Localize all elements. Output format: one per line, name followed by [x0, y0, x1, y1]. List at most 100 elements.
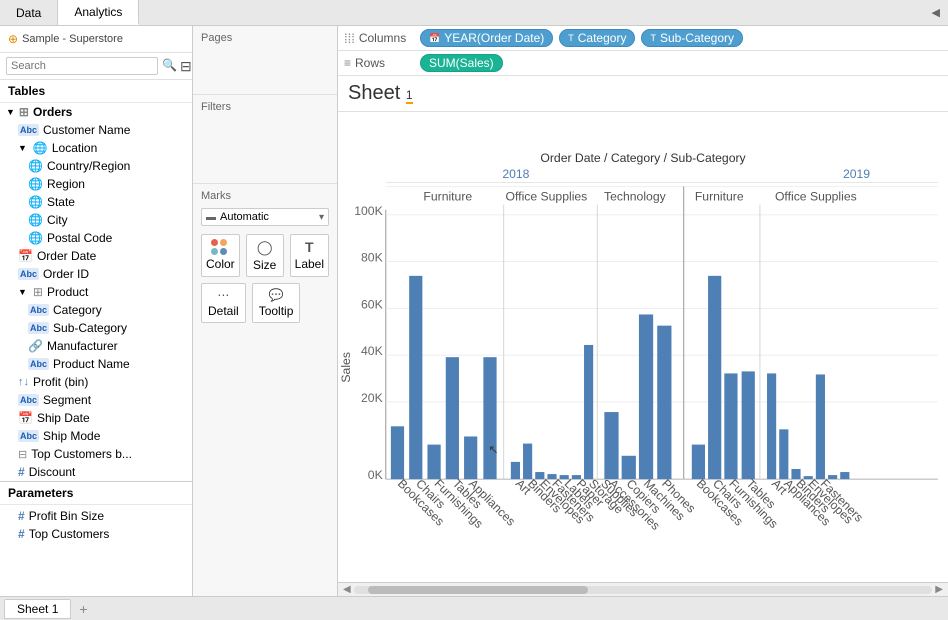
tab-data[interactable]: Data — [0, 0, 58, 25]
order-id-abc-icon: Abc — [18, 268, 39, 280]
bar — [767, 373, 776, 479]
color-button[interactable]: Color — [201, 234, 240, 277]
field-state[interactable]: 🌐 State — [0, 193, 192, 211]
category-abc-icon: Abc — [28, 304, 49, 316]
rows-pill-sales[interactable]: SUM(Sales) — [420, 54, 503, 72]
columns-shelf: ⁞⁞⁞ Columns 📅 YEAR(Order Date) T Categor… — [338, 26, 948, 51]
year-2019-label: 2019 — [843, 167, 870, 181]
field-order-date[interactable]: 📅 Order Date — [0, 247, 192, 265]
filters-label: Filters — [201, 101, 329, 113]
param-top-customers[interactable]: # Top Customers — [0, 525, 192, 543]
ship-mode-abc-icon: Abc — [18, 430, 39, 442]
bar — [511, 462, 520, 479]
marks-dropdown[interactable]: ▬ Automatic ▾ — [201, 208, 329, 226]
orders-header[interactable]: ▼ ⊞ Orders — [0, 103, 192, 121]
columns-icon: ⁞⁞⁞ — [344, 31, 355, 46]
bar — [692, 445, 705, 480]
product-name-label: Product Name — [53, 357, 130, 371]
field-ship-date[interactable]: 📅 Ship Date — [0, 409, 192, 427]
city-label: City — [47, 213, 68, 227]
field-manufacturer[interactable]: 🔗 Manufacturer — [0, 337, 192, 355]
category-label: Category — [53, 303, 102, 317]
bottom-tabs: Sheet 1 + — [0, 596, 948, 620]
postal-geo-icon: 🌐 — [28, 231, 43, 245]
color-label: Color — [206, 257, 235, 271]
param-profit-bin[interactable]: # Profit Bin Size — [0, 507, 192, 525]
pill-cat-icon: T — [568, 33, 574, 43]
profit-bin-size-label: Profit Bin Size — [29, 509, 104, 523]
scroll-right-arrow[interactable]: ▶ — [932, 584, 946, 595]
location-geo-icon: 🌐 — [33, 141, 48, 155]
label-button[interactable]: T Label — [290, 234, 329, 277]
filters-section: Filters — [193, 95, 337, 184]
bar — [657, 326, 671, 480]
product-group-icon: ⊞ — [33, 285, 43, 299]
state-geo-icon: 🌐 — [28, 195, 43, 209]
size-button[interactable]: ◯ Size — [246, 234, 284, 277]
cat-furniture-label: Furniture — [423, 190, 472, 204]
bottom-tab-label: Sheet 1 — [17, 602, 58, 616]
dot2 — [220, 239, 227, 246]
field-category[interactable]: Abc Category — [0, 301, 192, 319]
bar — [446, 357, 459, 479]
discount-label: Discount — [29, 465, 76, 479]
segment-abc-icon: Abc — [18, 394, 39, 406]
bottom-tab-sheet1[interactable]: Sheet 1 — [4, 599, 71, 619]
left-panel: ⊕ Sample - Superstore 🔍 ⊟ ⊞ ▾ Tables ▼ ⊞… — [0, 26, 193, 596]
tables-header: Tables — [0, 80, 192, 103]
filter-icon[interactable]: ⊟ — [180, 58, 192, 75]
location-label: Location — [52, 141, 97, 155]
location-expand-icon: ▼ — [18, 143, 27, 153]
bar — [742, 371, 755, 479]
scroll-track[interactable] — [354, 586, 933, 594]
field-postal[interactable]: 🌐 Postal Code — [0, 229, 192, 247]
svg-text:100K: 100K — [354, 204, 382, 218]
field-top-customers[interactable]: ⊟ Top Customers b... — [0, 445, 192, 463]
pages-label: Pages — [201, 32, 329, 44]
field-city[interactable]: 🌐 City — [0, 211, 192, 229]
field-order-id[interactable]: Abc Order ID — [0, 265, 192, 283]
year-2018-label: 2018 — [502, 167, 529, 181]
source-icon: ⊕ — [8, 32, 18, 46]
field-ship-mode[interactable]: Abc Ship Mode — [0, 427, 192, 445]
marks-row2: ⋯ Detail 💬 Tooltip — [201, 283, 329, 323]
tooltip-button[interactable]: 💬 Tooltip — [252, 283, 301, 323]
rows-shelf: ≡ Rows SUM(Sales) — [338, 51, 948, 76]
field-product-group[interactable]: ▼ ⊞ Product — [0, 283, 192, 301]
field-location-group[interactable]: ▼ 🌐 Location — [0, 139, 192, 157]
field-region[interactable]: 🌐 Region — [0, 175, 192, 193]
columns-pill-subcategory[interactable]: T Sub-Category — [641, 29, 743, 47]
region-label: Region — [47, 177, 85, 191]
top-customers-param-label: Top Customers — [29, 527, 110, 541]
order-id-label: Order ID — [43, 267, 89, 281]
dot3 — [211, 248, 218, 255]
columns-pill-category[interactable]: T Category — [559, 29, 635, 47]
segment-label: Segment — [43, 393, 91, 407]
detail-button[interactable]: ⋯ Detail — [201, 283, 246, 323]
tab-analytics[interactable]: Analytics — [58, 0, 139, 25]
bar — [523, 444, 532, 480]
top-cust-icon: ⊟ — [18, 448, 27, 461]
label-icon: T — [305, 239, 314, 255]
discount-hash-icon: # — [18, 465, 25, 479]
sheet-number: 1 — [406, 88, 413, 104]
field-product-name[interactable]: Abc Product Name — [0, 355, 192, 373]
collapse-button[interactable]: ◀ — [924, 0, 948, 25]
profit-bin-label: Profit (bin) — [33, 375, 88, 389]
ship-date-icon: 📅 — [18, 411, 33, 425]
chart-scrollbar[interactable]: ◀ ▶ — [338, 582, 948, 596]
scroll-left-arrow[interactable]: ◀ — [340, 584, 354, 595]
search-icon[interactable]: 🔍 — [162, 58, 177, 75]
cat-office2-label: Office Supplies — [775, 190, 857, 204]
field-profit-bin[interactable]: ↑↓ Profit (bin) — [0, 373, 192, 391]
field-country[interactable]: 🌐 Country/Region — [0, 157, 192, 175]
field-discount[interactable]: # Discount — [0, 463, 192, 481]
columns-pill-year[interactable]: 📅 YEAR(Order Date) — [420, 29, 553, 47]
dot1 — [211, 239, 218, 246]
scroll-thumb[interactable] — [368, 586, 588, 594]
field-segment[interactable]: Abc Segment — [0, 391, 192, 409]
search-input[interactable] — [6, 57, 158, 75]
field-sub-category[interactable]: Abc Sub-Category — [0, 319, 192, 337]
field-customer-name[interactable]: Abc Customer Name — [0, 121, 192, 139]
add-sheet-button[interactable]: + — [71, 599, 95, 619]
